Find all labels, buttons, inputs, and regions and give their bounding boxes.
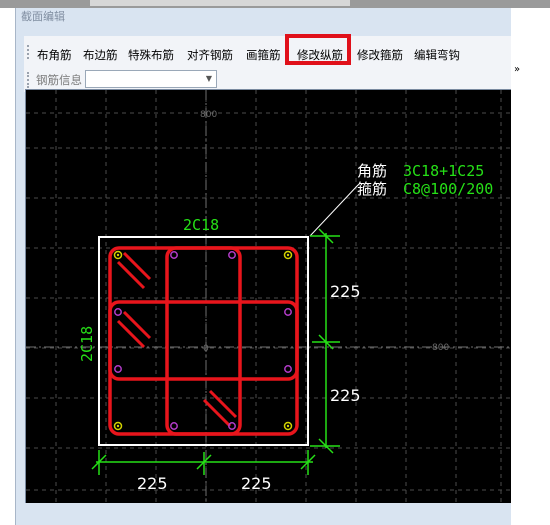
side-bar[interactable]	[170, 251, 178, 259]
place-edge-rebar-button[interactable]: 布边筋	[83, 47, 118, 63]
dimension-right-bottom: 225	[330, 386, 361, 405]
stirrup-label: 箍筋	[357, 180, 387, 198]
window-title: 截面编辑	[21, 10, 65, 23]
grid-label-right: 800	[432, 343, 449, 353]
side-bar[interactable]	[284, 308, 292, 316]
toolbar-grip[interactable]	[27, 72, 31, 88]
chevron-down-icon[interactable]: ▼	[206, 74, 212, 83]
column-section-outline[interactable]	[98, 236, 309, 446]
left-edge-rebar-label: 2C18	[78, 326, 96, 362]
toolbar-overflow-button[interactable]: »	[514, 64, 520, 75]
inner-stirrup-vertical[interactable]	[165, 246, 242, 436]
align-rebar-button[interactable]: 对齐钢筋	[187, 47, 233, 63]
dimension-bottom-left: 225	[137, 474, 168, 493]
highlight-box	[285, 34, 351, 65]
side-bar[interactable]	[114, 365, 122, 373]
special-rebar-button[interactable]: 特殊布筋	[128, 47, 174, 63]
bottom-dimension	[91, 450, 316, 475]
side-bar[interactable]	[284, 365, 292, 373]
modify-stirrup-button[interactable]: 修改箍筋	[357, 47, 403, 63]
side-bar[interactable]	[114, 308, 122, 316]
right-dimension	[310, 228, 340, 454]
corner-bar-value: 3C18+1C25	[403, 162, 484, 180]
top-edge-rebar-label: 2C18	[183, 216, 219, 234]
side-bars	[114, 251, 292, 430]
grid-label-top: 800	[200, 110, 217, 120]
corner-bars	[113, 250, 293, 431]
annotation-leader	[309, 184, 359, 237]
place-corner-rebar-button[interactable]: 布角筋	[37, 47, 72, 63]
top-strip	[0, 0, 550, 8]
side-bar[interactable]	[170, 422, 178, 430]
stirrup-hooks	[116, 251, 238, 428]
drawing-canvas[interactable]: 800 800 0 角筋 3C18+1C25 箍筋 C8@100/200 2C1…	[25, 89, 511, 503]
rebar-info-label: 钢筋信息	[36, 73, 82, 87]
dimension-right-top: 225	[330, 282, 361, 301]
stirrup-value: C8@100/200	[403, 180, 493, 198]
toolbar-grip[interactable]	[27, 45, 31, 59]
toolbar-main: 布角筋 布边筋 特殊布筋 对齐钢筋 画箍筋 修改纵筋 修改箍筋 编辑弯钩 »	[24, 36, 520, 75]
rebar-info-select[interactable]: ▼	[85, 70, 217, 88]
dimension-bottom-right: 225	[241, 474, 272, 493]
grid-label-center: 0	[203, 344, 209, 354]
corner-bar-label: 角筋	[357, 162, 387, 180]
draw-stirrup-button[interactable]: 画箍筋	[246, 47, 281, 63]
side-bar[interactable]	[228, 251, 236, 259]
edit-hook-button[interactable]: 编辑弯钩	[414, 47, 460, 63]
